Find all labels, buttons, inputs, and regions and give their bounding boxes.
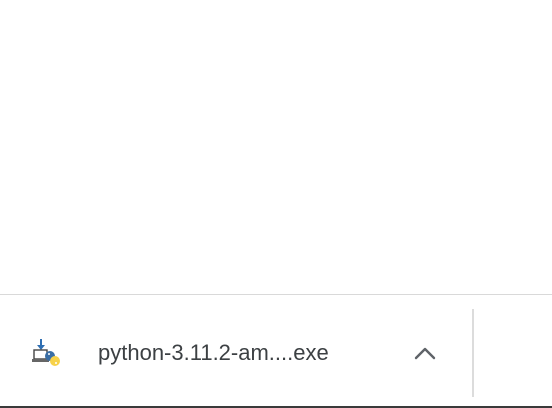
download-item[interactable]: python-3.11.2-am....exe <box>28 323 460 383</box>
python-installer-icon <box>28 335 64 371</box>
page-content-area <box>0 0 552 294</box>
download-file-name: python-3.11.2-am....exe <box>98 340 329 365</box>
download-menu-button[interactable] <box>402 333 448 373</box>
download-shelf: python-3.11.2-am....exe <box>0 294 552 408</box>
shelf-divider <box>472 309 474 397</box>
chevron-up-icon <box>414 347 436 360</box>
